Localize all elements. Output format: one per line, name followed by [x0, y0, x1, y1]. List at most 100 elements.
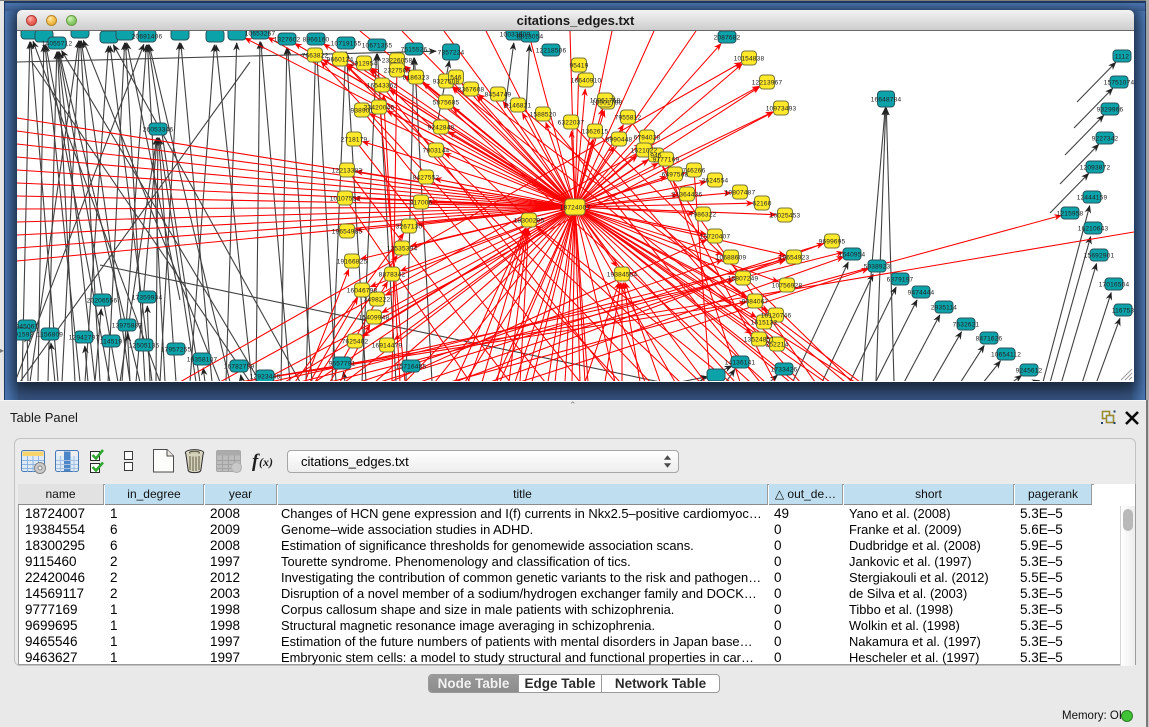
svg-text:10654112: 10654112 [991, 352, 1021, 359]
svg-text:7955812: 7955812 [615, 115, 642, 122]
svg-text:9329966: 9329966 [1097, 107, 1124, 114]
svg-text:6322037: 6322037 [558, 120, 585, 127]
svg-text:1640954: 1640954 [839, 252, 866, 259]
svg-text:7625402: 7625402 [342, 339, 369, 346]
svg-text:16640910: 16640910 [571, 78, 602, 85]
svg-text:19384554: 19384554 [607, 272, 638, 279]
svg-text:2327500: 2327500 [384, 68, 411, 75]
svg-text:18807249: 18807249 [728, 276, 759, 283]
svg-text:10358107: 10358107 [187, 357, 218, 364]
svg-text:6379197: 6379197 [887, 277, 914, 284]
svg-text:252214: 252214 [766, 342, 789, 349]
svg-text:3624554: 3624554 [702, 178, 729, 185]
svg-text:917006: 917006 [410, 200, 433, 207]
svg-text:10756928: 10756928 [772, 283, 803, 290]
svg-text:13975887: 13975887 [112, 323, 143, 330]
svg-text:114519: 114519 [100, 339, 123, 346]
svg-text:1588520: 1588520 [530, 112, 557, 119]
svg-text:19166825: 19166825 [337, 259, 368, 266]
svg-text:9699695: 9699695 [819, 239, 846, 246]
svg-text:1733426: 1733426 [771, 367, 798, 374]
svg-text:1112: 1112 [1115, 54, 1129, 61]
svg-text:14136141: 14136141 [725, 360, 756, 367]
svg-text:7803144: 7803144 [423, 148, 450, 155]
svg-text:8966160: 8966160 [303, 37, 330, 44]
svg-text:1327602: 1327602 [274, 37, 301, 44]
svg-text:20206556: 20206556 [87, 298, 118, 305]
svg-text:18300295: 18300295 [514, 218, 545, 225]
svg-text:15692901: 15692901 [1084, 253, 1115, 260]
svg-text:23226058: 23226058 [382, 58, 413, 65]
svg-text:10961758: 10961758 [590, 98, 621, 105]
svg-text:16648784: 16648784 [871, 97, 902, 104]
svg-text:7357224: 7357224 [438, 50, 465, 57]
svg-text:10154838: 10154838 [734, 56, 765, 63]
svg-text:(x): (x) [259, 455, 273, 469]
svg-text:3912954: 3912954 [351, 61, 378, 68]
svg-text:3498222: 3498222 [364, 297, 391, 304]
svg-text:15720407: 15720407 [700, 234, 731, 241]
svg-text:7632621: 7632621 [953, 322, 980, 329]
svg-text:8427552: 8427552 [413, 175, 440, 182]
svg-text:2718179: 2718179 [341, 137, 368, 144]
svg-text:116753: 116753 [1112, 308, 1134, 315]
svg-text:14055712: 14055712 [42, 41, 73, 48]
svg-text:8454749: 8454749 [485, 92, 512, 99]
svg-text:938901: 938901 [351, 108, 374, 115]
svg-text:8186323: 8186323 [403, 75, 430, 82]
svg-text:3267130: 3267130 [396, 224, 423, 231]
svg-text:7663822: 7663822 [302, 53, 329, 60]
svg-text:10671355: 10671355 [362, 43, 393, 50]
svg-text:16914479: 16914479 [372, 343, 403, 350]
svg-text:7986322: 7986322 [690, 212, 717, 219]
svg-text:8813054: 8813054 [517, 34, 544, 41]
svg-text:16782759: 16782759 [224, 364, 255, 371]
svg-text:9227342: 9227342 [1092, 136, 1119, 143]
svg-text:7515526: 7515526 [401, 47, 428, 54]
svg-text:10719155: 10719155 [331, 41, 362, 48]
svg-text:9242848: 9242848 [428, 125, 455, 132]
svg-text:12505135: 12505135 [129, 343, 160, 350]
svg-text:13535394: 13535394 [387, 246, 418, 253]
svg-text:9660124: 9660124 [327, 57, 354, 64]
svg-text:1215958: 1215958 [1057, 211, 1084, 218]
svg-text:2087682: 2087682 [714, 35, 741, 42]
svg-text:10653267: 10653267 [245, 31, 276, 38]
svg-text:12213967: 12213967 [752, 80, 783, 87]
svg-text:9146821: 9146821 [505, 103, 532, 110]
svg-text:2367608: 2367608 [458, 87, 485, 94]
svg-text:2935114: 2935114 [931, 305, 957, 312]
svg-text:62160: 62160 [752, 201, 771, 208]
svg-text:5875685: 5875685 [433, 100, 460, 107]
svg-text:10107553: 10107553 [330, 196, 361, 203]
svg-text:12923448: 12923448 [250, 374, 281, 381]
svg-text:16046798: 16046798 [347, 288, 378, 295]
svg-text:1362615: 1362615 [582, 129, 609, 136]
svg-text:6497568: 6497568 [662, 172, 689, 179]
svg-text:5938923: 5938923 [864, 264, 891, 271]
svg-text:21364436: 21364436 [672, 192, 703, 199]
svg-text:8990448: 8990448 [606, 137, 633, 144]
svg-text:17359934: 17359934 [132, 295, 163, 302]
svg-text:9474444: 9474444 [908, 290, 935, 297]
svg-text:945061: 945061 [17, 324, 39, 331]
svg-text:10807487: 10807487 [725, 190, 756, 197]
svg-text:10025453: 10025453 [770, 213, 801, 220]
svg-text:9777169: 9777169 [653, 157, 680, 164]
svg-text:12218506: 12218506 [536, 48, 567, 55]
svg-text:16120746: 16120746 [761, 313, 792, 320]
svg-text:9245612: 9245612 [1016, 368, 1043, 375]
svg-text:10688609: 10688609 [716, 255, 747, 262]
svg-text:12444159: 12444159 [1077, 195, 1108, 202]
svg-text:15751074: 15751074 [1104, 80, 1134, 87]
svg-text:8878342: 8878342 [379, 272, 406, 279]
svg-text:26053346: 26053346 [143, 127, 174, 134]
svg-text:17957255: 17957255 [161, 347, 192, 354]
svg-text:12942797: 12942797 [69, 335, 100, 342]
svg-text:95419: 95419 [569, 63, 588, 70]
svg-text:16210643: 16210643 [1078, 226, 1109, 233]
svg-text:391593: 391593 [17, 332, 34, 339]
svg-text:15716485: 15716485 [396, 364, 427, 371]
svg-text:10973493: 10973493 [766, 106, 797, 113]
svg-text:18724007: 18724007 [560, 205, 591, 212]
